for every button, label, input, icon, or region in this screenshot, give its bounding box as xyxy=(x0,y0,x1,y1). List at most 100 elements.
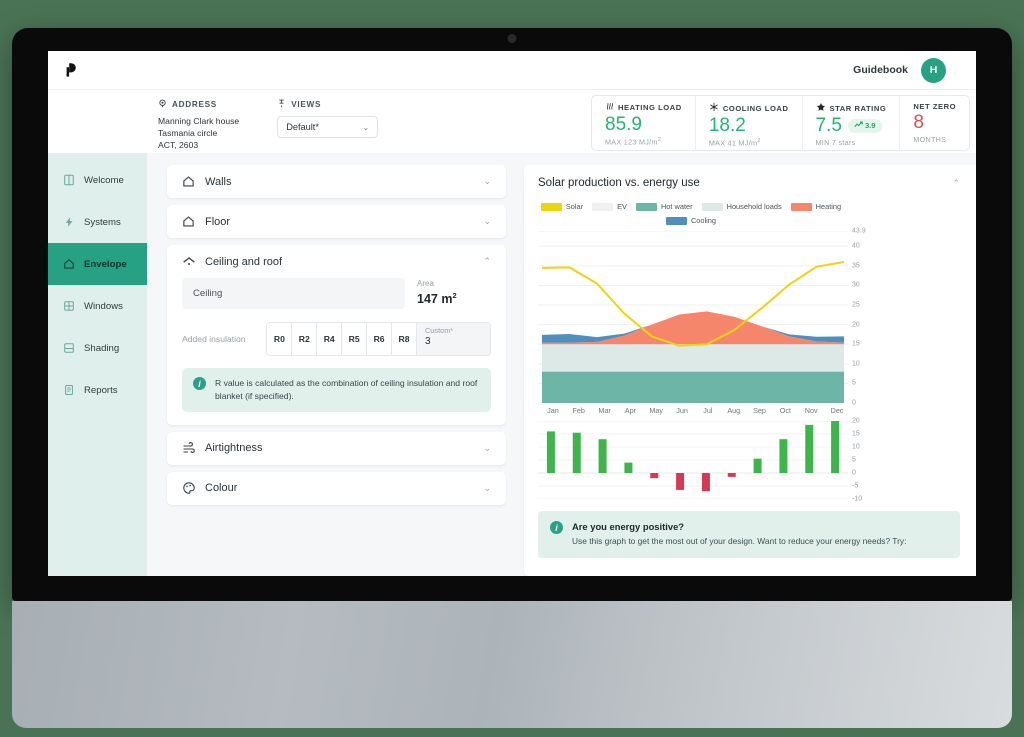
y-tick-label: 20 xyxy=(852,418,860,425)
y-tick-label: 35 xyxy=(852,262,860,269)
star-icon xyxy=(816,102,826,114)
sidebar-item-envelope[interactable]: Envelope xyxy=(48,243,147,285)
views-block: VIEWS Default* ⌄ xyxy=(239,90,378,138)
sidebar-item-windows[interactable]: Windows xyxy=(48,285,147,327)
webcam-icon xyxy=(508,34,517,43)
ceiling-area: Area 147 m2 xyxy=(417,278,491,306)
balance-chart-wrap: 20151050-5-10 xyxy=(538,421,976,499)
chevron-down-icon: ⌄ xyxy=(483,176,491,187)
chart-header[interactable]: Solar production vs. energy use ⌃ xyxy=(538,177,976,189)
area-series xyxy=(542,344,844,371)
panel-ceiling-header[interactable]: Ceiling and roof ⌃ xyxy=(167,245,506,278)
y-tick-label: 5 xyxy=(852,457,856,464)
month-label: Feb xyxy=(566,406,592,415)
y-tick-label: 20 xyxy=(852,321,860,328)
sidebar-item-systems[interactable]: Systems xyxy=(48,201,147,243)
address-line-3: ACT, 2603 xyxy=(158,139,239,151)
panel-walls-header[interactable]: Walls ⌄ xyxy=(167,165,506,198)
metric-cooling-load: COOLING LOAD 18.2 MAX 41 MJ/m2 xyxy=(696,96,803,150)
tip-body: Are you energy positive? Use this graph … xyxy=(572,521,906,548)
r-value-option-r0[interactable]: R0 xyxy=(267,323,292,355)
balance-bar xyxy=(676,473,684,490)
legend-item[interactable]: Heating xyxy=(791,202,841,211)
app-screen: Guidebook H ADDRESS Manning Clark house … xyxy=(48,51,976,576)
paper-logo[interactable] xyxy=(62,59,84,81)
home-icon xyxy=(182,215,196,228)
top-bar-right: Guidebook H xyxy=(853,58,962,83)
chevron-up-icon: ⌃ xyxy=(952,178,960,189)
r-value-option-r2[interactable]: R2 xyxy=(292,323,317,355)
views-select[interactable]: Default* ⌄ xyxy=(277,116,378,138)
metric-heating-load: HEATING LOAD 85.9 MAX 123 MJ/m2 xyxy=(592,96,696,150)
y-tick-label: 15 xyxy=(852,341,860,348)
month-label: Mar xyxy=(592,406,618,415)
r-value-option-r4[interactable]: R4 xyxy=(317,323,342,355)
panel-colour-header[interactable]: Colour ⌄ xyxy=(167,472,506,505)
r-value-option-r6[interactable]: R6 xyxy=(367,323,392,355)
sidebar-item-shading[interactable]: Shading xyxy=(48,327,147,369)
chart-title: Solar production vs. energy use xyxy=(538,177,700,189)
panel-airtightness[interactable]: Airtightness ⌄ xyxy=(167,432,506,465)
metric-label: NET ZERO xyxy=(913,102,956,111)
metric-value: 8 xyxy=(913,111,956,135)
chart-legend: Solar EV Hot water Household loads Heating Co… xyxy=(538,202,868,225)
envelope-panels: Walls ⌄ Floor ⌄ xyxy=(147,153,516,576)
pin-tack-icon xyxy=(277,99,286,110)
chevron-down-icon: ⌄ xyxy=(483,483,491,494)
views-label-row: VIEWS xyxy=(277,99,378,110)
panel-floor-label: Floor xyxy=(205,216,230,228)
sidebar-item-label: Envelope xyxy=(84,259,127,270)
metric-sub: MONTHS xyxy=(913,135,956,144)
balance-bar xyxy=(624,463,632,473)
ceiling-name-input[interactable]: Ceiling xyxy=(182,278,405,309)
balance-chart-y-axis: 20151050-5-10 xyxy=(848,421,876,499)
chevron-down-icon: ⌄ xyxy=(483,216,491,227)
custom-r-value-input[interactable]: Custom* 3 xyxy=(417,323,490,355)
legend-label: Hot water xyxy=(661,202,693,211)
info-strip: ADDRESS Manning Clark house Tasmania cir… xyxy=(48,89,976,153)
sidebar-item-reports[interactable]: Reports xyxy=(48,369,147,411)
r-value-option-r8[interactable]: R8 xyxy=(392,323,417,355)
panel-ceiling-and-roof[interactable]: Ceiling and roof ⌃ Ceiling Area 147 m2 xyxy=(167,245,506,425)
guidebook-link[interactable]: Guidebook xyxy=(853,64,908,76)
sidebar-item-welcome[interactable]: Welcome xyxy=(48,159,147,201)
legend-item[interactable]: Solar xyxy=(541,202,583,211)
r-value-option-r5[interactable]: R5 xyxy=(342,323,367,355)
chevron-down-icon: ⌄ xyxy=(483,443,491,454)
y-tick-label: -5 xyxy=(852,483,858,490)
metric-sub: MAX 123 MJ/m2 xyxy=(605,137,682,146)
address-block: ADDRESS Manning Clark house Tasmania cir… xyxy=(48,90,239,152)
info-icon: i xyxy=(193,377,206,390)
legend-swatch xyxy=(636,203,657,211)
metric-value: 18.2 xyxy=(709,114,789,138)
sidebar-item-label: Systems xyxy=(84,217,121,228)
panel-floor-header[interactable]: Floor ⌄ xyxy=(167,205,506,238)
panel-walls[interactable]: Walls ⌄ xyxy=(167,165,506,198)
metric-value: 7.5 3.9 xyxy=(816,114,887,138)
y-tick-label: 5 xyxy=(852,380,856,387)
avatar[interactable]: H xyxy=(921,58,946,83)
balance-bar xyxy=(702,473,710,491)
top-bar: Guidebook H xyxy=(48,51,976,89)
metric-head: NET ZERO xyxy=(913,102,956,111)
legend-item[interactable]: Hot water xyxy=(636,202,693,211)
ceiling-info-note: i R value is calculated as the combinati… xyxy=(182,368,491,412)
panel-colour-label: Colour xyxy=(205,482,237,494)
legend-item[interactable]: EV xyxy=(592,202,627,211)
month-label: Jul xyxy=(695,406,721,415)
balance-bar xyxy=(547,431,555,473)
panel-airtightness-header[interactable]: Airtightness ⌄ xyxy=(167,432,506,465)
app-body: Welcome Systems Envelope xyxy=(48,153,976,576)
metric-label: STAR RATING xyxy=(830,104,887,113)
ceiling-info-text: R value is calculated as the combination… xyxy=(215,377,480,403)
metric-head: COOLING LOAD xyxy=(709,102,789,114)
panel-walls-label: Walls xyxy=(205,176,231,188)
pin-icon xyxy=(158,99,167,110)
y-tick-label: -10 xyxy=(852,496,862,503)
panel-floor[interactable]: Floor ⌄ xyxy=(167,205,506,238)
address-lines: Manning Clark house Tasmania circle ACT,… xyxy=(158,115,239,152)
panel-colour[interactable]: Colour ⌄ xyxy=(167,472,506,505)
legend-item[interactable]: Household loads xyxy=(702,202,782,211)
address-line-2: Tasmania circle xyxy=(158,127,239,139)
legend-item[interactable]: Cooling xyxy=(666,216,716,225)
